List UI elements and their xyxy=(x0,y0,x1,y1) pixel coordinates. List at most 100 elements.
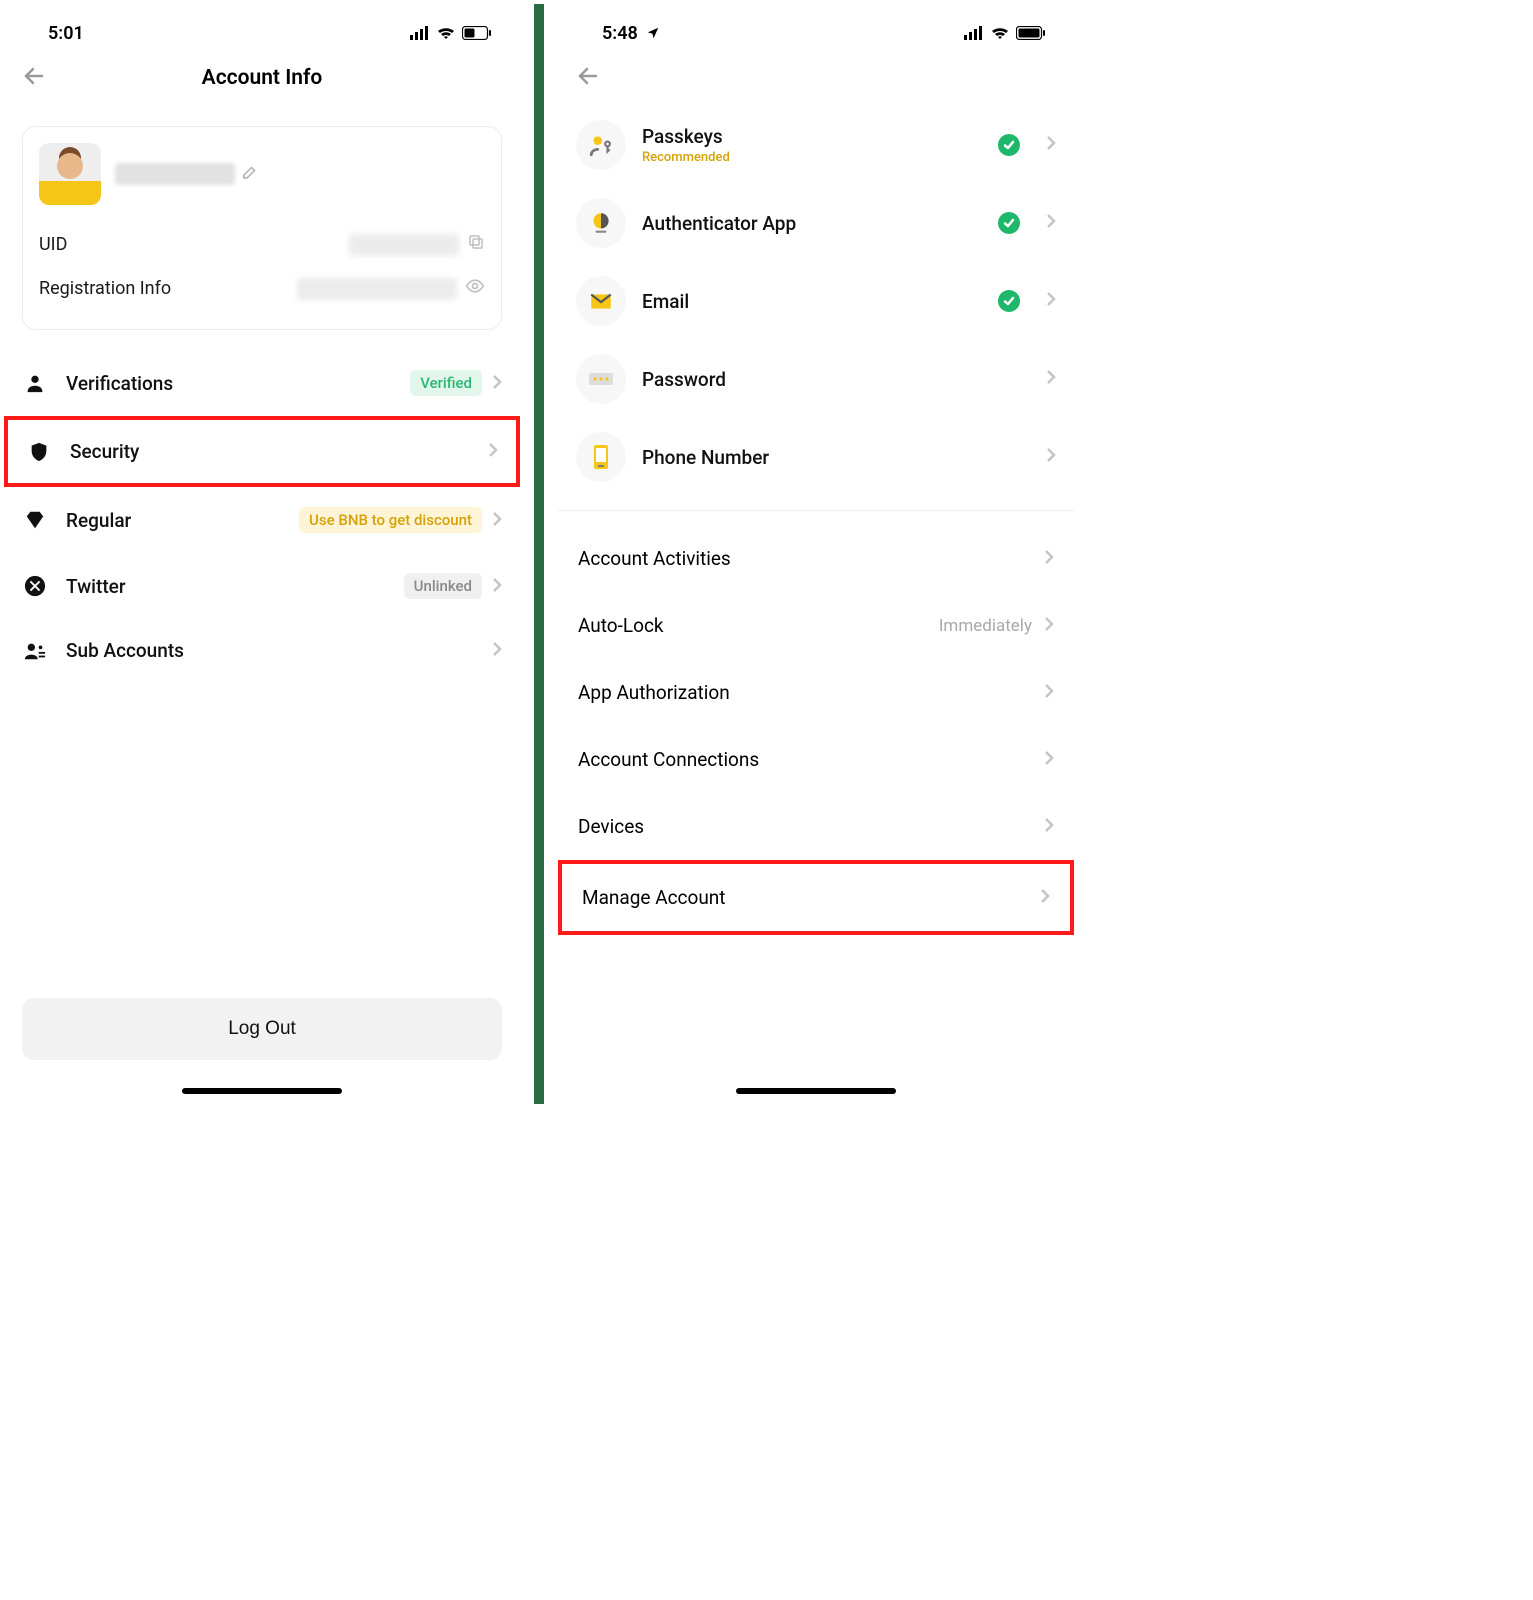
devices-row[interactable]: Devices xyxy=(558,793,1074,860)
chevron-right-icon xyxy=(1046,447,1056,467)
verifications-label: Verifications xyxy=(66,372,392,395)
chevron-right-icon xyxy=(1046,213,1056,233)
eye-icon[interactable] xyxy=(465,276,485,301)
battery-icon xyxy=(1016,26,1046,40)
settings-list: Verifications Verified Security Regular … xyxy=(4,350,520,682)
chevron-right-icon xyxy=(492,639,502,662)
back-button[interactable] xyxy=(22,64,46,92)
status-indicators xyxy=(410,26,492,40)
home-indicator[interactable] xyxy=(182,1088,342,1094)
security-screen: 5:48 Passkeys Recommended xyxy=(558,4,1074,1104)
chevron-right-icon xyxy=(1040,886,1050,909)
password-icon xyxy=(576,354,626,404)
reg-value-redacted xyxy=(297,278,457,300)
cellular-icon xyxy=(410,26,430,40)
manage-account-row[interactable]: Manage Account xyxy=(558,860,1074,935)
diamond-icon xyxy=(22,509,48,531)
security-label: Security xyxy=(70,440,470,463)
passkeys-row[interactable]: Passkeys Recommended xyxy=(558,106,1074,184)
app-authorization-label: App Authorization xyxy=(578,681,730,704)
location-icon xyxy=(646,26,660,40)
passkeys-icon xyxy=(576,120,626,170)
registration-info-row: Registration Info xyxy=(39,266,485,311)
sub-accounts-icon xyxy=(22,640,48,662)
auto-lock-value: Immediately xyxy=(939,616,1032,636)
passkeys-label: Passkeys xyxy=(642,125,982,148)
check-icon xyxy=(998,290,1020,312)
status-time: 5:01 xyxy=(48,23,84,44)
edit-icon[interactable] xyxy=(241,163,259,185)
screenshot-divider xyxy=(534,4,544,1104)
sub-accounts-row[interactable]: Sub Accounts xyxy=(4,619,520,682)
verifications-row[interactable]: Verifications Verified xyxy=(4,350,520,416)
manage-account-label: Manage Account xyxy=(582,886,726,909)
chevron-right-icon xyxy=(1044,748,1054,771)
twitter-label: Twitter xyxy=(66,575,386,598)
uid-row: UID xyxy=(39,223,485,266)
logout-button[interactable]: Log Out xyxy=(22,998,502,1060)
chevron-right-icon xyxy=(1044,547,1054,570)
recommended-tag: Recommended xyxy=(642,150,982,165)
account-connections-label: Account Connections xyxy=(578,748,759,771)
phone-label: Phone Number xyxy=(642,446,1030,469)
regular-row[interactable]: Regular Use BNB to get discount xyxy=(4,487,520,553)
chevron-right-icon xyxy=(1046,291,1056,311)
status-bar: 5:01 xyxy=(4,4,520,50)
chevron-right-icon xyxy=(492,509,502,532)
twitter-row[interactable]: Twitter Unlinked xyxy=(4,553,520,619)
email-label: Email xyxy=(642,290,982,313)
twitter-x-icon xyxy=(22,575,48,597)
regular-label: Regular xyxy=(66,509,281,532)
status-indicators xyxy=(964,26,1046,40)
registration-info-label: Registration Info xyxy=(39,278,171,299)
authenticator-row[interactable]: Authenticator App xyxy=(558,184,1074,262)
account-activities-label: Account Activities xyxy=(578,547,731,570)
password-label: Password xyxy=(642,368,1030,391)
auto-lock-label: Auto-Lock xyxy=(578,614,664,637)
chevron-right-icon xyxy=(1044,614,1054,637)
email-row[interactable]: Email xyxy=(558,262,1074,340)
password-row[interactable]: Password xyxy=(558,340,1074,418)
phone-row[interactable]: Phone Number xyxy=(558,418,1074,496)
devices-label: Devices xyxy=(578,815,644,838)
chevron-right-icon xyxy=(1044,681,1054,704)
check-icon xyxy=(998,134,1020,156)
wifi-icon xyxy=(436,26,456,40)
shield-icon xyxy=(26,441,52,463)
bnb-discount-badge: Use BNB to get discount xyxy=(299,507,482,533)
account-info-screen: 5:01 Account Info UID xyxy=(4,4,520,1104)
copy-icon[interactable] xyxy=(467,233,485,256)
authenticator-label: Authenticator App xyxy=(642,212,982,235)
top-nav: Account Info xyxy=(4,50,520,106)
authenticator-icon xyxy=(576,198,626,248)
chevron-right-icon xyxy=(488,440,498,463)
username-redacted xyxy=(115,163,235,185)
phone-icon xyxy=(576,432,626,482)
home-indicator[interactable] xyxy=(736,1088,896,1094)
chevron-right-icon xyxy=(492,575,502,598)
app-authorization-row[interactable]: App Authorization xyxy=(558,659,1074,726)
security-methods-list: Passkeys Recommended Authenticator App E… xyxy=(558,106,1074,496)
email-icon xyxy=(576,276,626,326)
back-button[interactable] xyxy=(576,64,600,92)
account-connections-row[interactable]: Account Connections xyxy=(558,726,1074,793)
account-settings-list: Account Activities Auto-Lock Immediately… xyxy=(558,525,1074,935)
chevron-right-icon xyxy=(1046,369,1056,389)
cellular-icon xyxy=(964,26,984,40)
status-time-wrap: 5:48 xyxy=(602,23,660,44)
wifi-icon xyxy=(990,26,1010,40)
status-bar: 5:48 xyxy=(558,4,1074,50)
top-nav xyxy=(558,50,1074,106)
security-row[interactable]: Security xyxy=(4,416,520,487)
person-icon xyxy=(22,372,48,394)
status-time: 5:48 xyxy=(602,23,638,44)
avatar[interactable] xyxy=(39,143,101,205)
chevron-right-icon xyxy=(492,372,502,395)
account-activities-row[interactable]: Account Activities xyxy=(558,525,1074,592)
page-title: Account Info xyxy=(4,66,520,90)
verified-badge: Verified xyxy=(410,370,482,396)
uid-value-redacted xyxy=(349,234,459,256)
section-divider xyxy=(558,510,1074,511)
auto-lock-row[interactable]: Auto-Lock Immediately xyxy=(558,592,1074,659)
profile-card: UID Registration Info xyxy=(22,126,502,330)
